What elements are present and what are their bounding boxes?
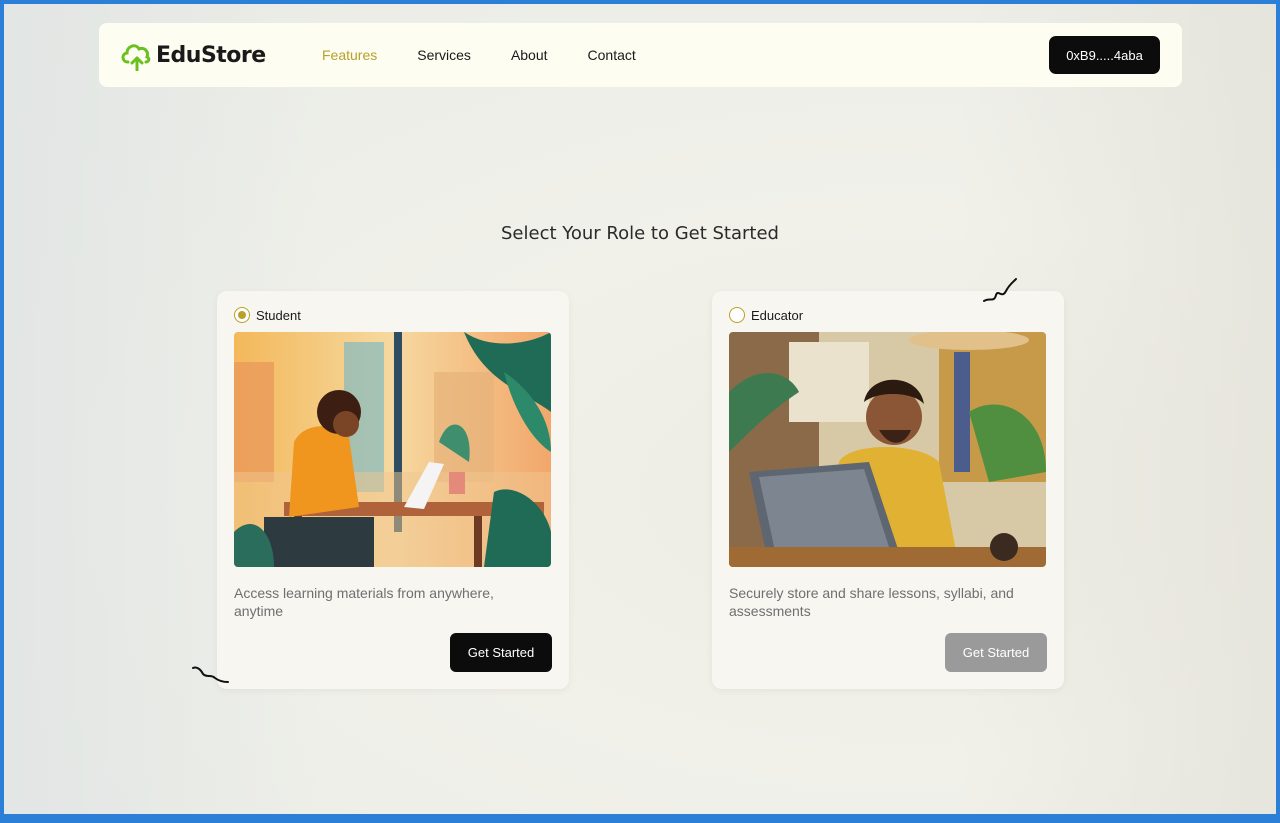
student-illustration <box>234 332 551 567</box>
page-title: Select Your Role to Get Started <box>501 223 779 244</box>
role-description-educator: Securely store and share lessons, syllab… <box>729 585 1014 619</box>
get-started-button-student[interactable]: Get Started <box>450 633 552 672</box>
brand-logo[interactable]: EduStore <box>119 39 266 71</box>
role-card-educator[interactable]: Educator Securely store and share lesson… <box>712 291 1064 689</box>
nav-services[interactable]: Services <box>417 47 471 63</box>
nav-links: Features Services About Contact <box>322 47 676 63</box>
role-card-student[interactable]: Student Access learning materials from a… <box>217 291 569 689</box>
role-description-student: Access learning materials from anywhere,… <box>234 585 494 619</box>
nav-about[interactable]: About <box>511 47 548 63</box>
role-label-educator: Educator <box>751 307 804 323</box>
role-radio-educator[interactable]: Educator <box>729 307 803 323</box>
role-label-student: Student <box>256 307 301 323</box>
role-radio-student[interactable]: Student <box>234 307 301 323</box>
wallet-address-button[interactable]: 0xB9.....4aba <box>1049 36 1160 74</box>
decorative-squiggle-icon <box>192 666 229 683</box>
radio-unselected-icon[interactable] <box>729 307 745 323</box>
brand-name: EduStore <box>156 42 266 68</box>
radio-selected-icon[interactable] <box>234 307 250 323</box>
nav-contact[interactable]: Contact <box>588 47 636 63</box>
nav-features[interactable]: Features <box>322 47 377 63</box>
app-window: EduStore Features Services About Contact… <box>0 0 1280 823</box>
decorative-squiggle-icon <box>983 278 1017 302</box>
get-started-button-educator[interactable]: Get Started <box>945 633 1047 672</box>
top-navbar: EduStore Features Services About Contact… <box>99 23 1182 87</box>
educator-illustration <box>729 332 1046 567</box>
cloud-upload-icon <box>121 44 151 71</box>
